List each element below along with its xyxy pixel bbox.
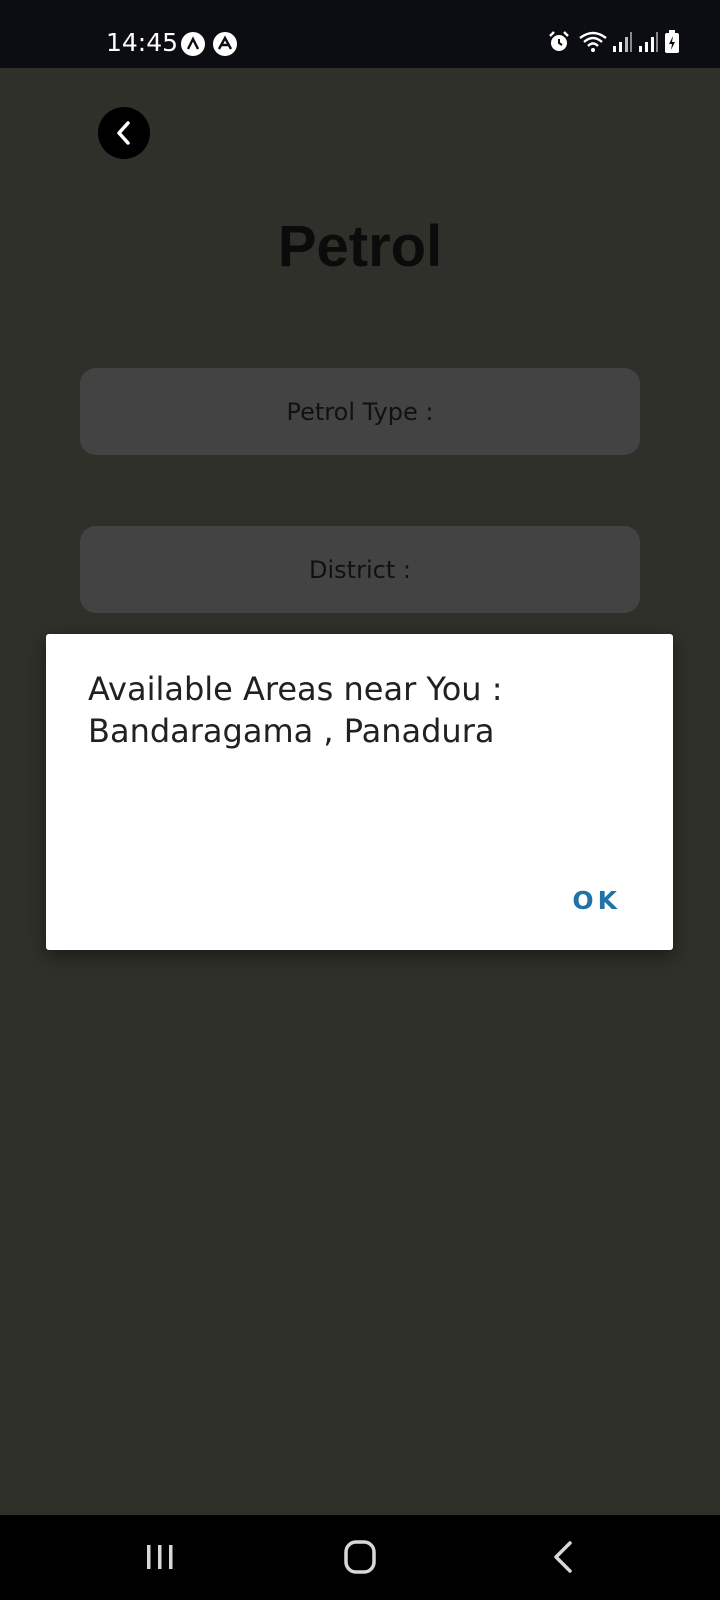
back-icon xyxy=(554,1541,572,1573)
dialog-message-line1: Available Areas near You : xyxy=(88,670,503,708)
wifi-icon xyxy=(578,30,608,59)
ok-button[interactable]: OK xyxy=(568,880,625,921)
dialog-message: Available Areas near You : Bandaragama ,… xyxy=(88,668,648,752)
system-back-button[interactable] xyxy=(538,1537,588,1577)
petrol-type-label: Petrol Type : xyxy=(286,397,434,426)
battery-charging-icon xyxy=(664,30,680,59)
home-button[interactable] xyxy=(335,1537,385,1577)
district-field[interactable]: District : xyxy=(80,526,640,613)
app-notification-icon xyxy=(181,32,205,56)
chevron-left-icon xyxy=(117,121,130,145)
status-bar: 14:45 xyxy=(0,0,720,68)
available-areas-dialog: Available Areas near You : Bandaragama ,… xyxy=(46,634,673,950)
status-time: 14:45 xyxy=(106,28,179,57)
navigation-bar xyxy=(0,1515,720,1600)
page-title: Petrol xyxy=(277,214,443,279)
signal-icon xyxy=(637,30,659,59)
recents-button[interactable] xyxy=(135,1537,185,1577)
app-notification-icon xyxy=(213,32,237,56)
petrol-type-field[interactable]: Petrol Type : xyxy=(80,368,640,455)
dialog-message-line2: Bandaragama , Panadura xyxy=(88,712,495,750)
home-icon xyxy=(344,1540,376,1574)
recents-icon xyxy=(147,1545,173,1569)
signal-icon xyxy=(611,30,633,59)
district-label: District : xyxy=(309,555,411,584)
back-button[interactable] xyxy=(98,107,150,159)
alarm-icon xyxy=(547,30,571,59)
